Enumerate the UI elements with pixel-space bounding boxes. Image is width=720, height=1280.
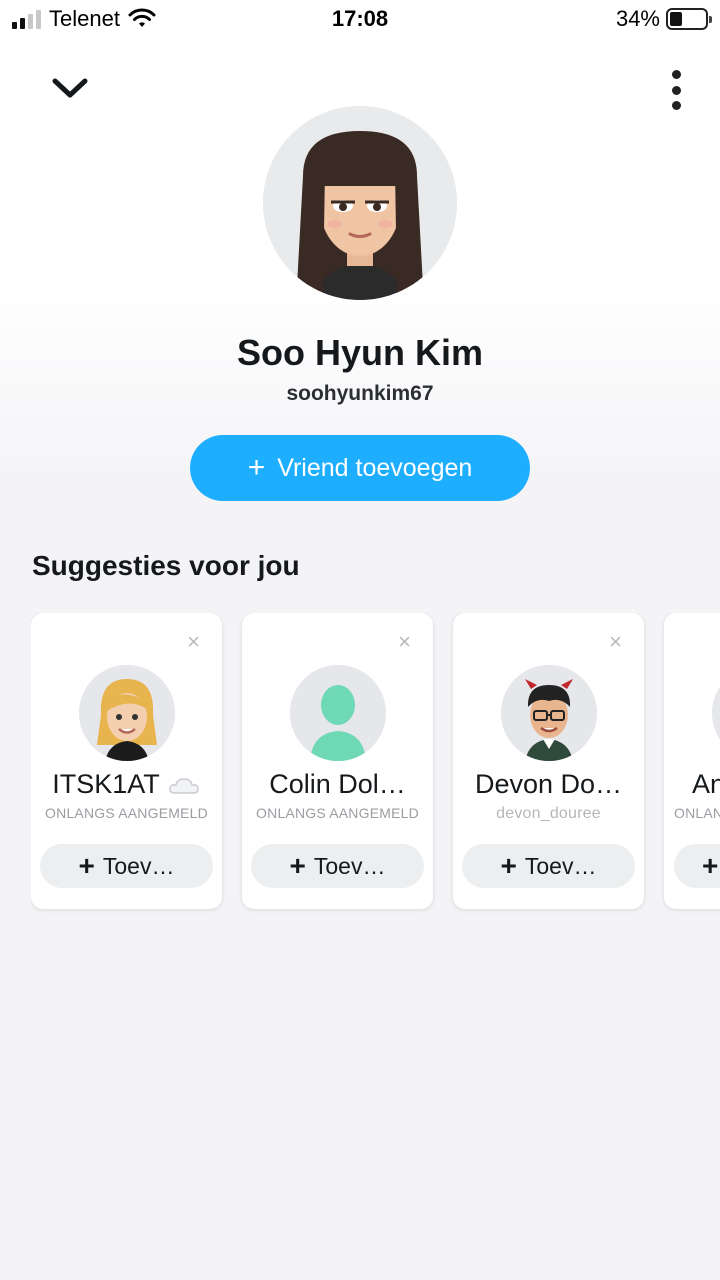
add-label: Toev…: [313, 852, 386, 879]
plus-icon: +: [78, 850, 95, 881]
plus-icon: +: [702, 850, 719, 881]
profile-name: Soo Hyun Kim: [236, 332, 483, 373]
status-bar: Telenet 17:08 34%: [0, 0, 720, 40]
avatar[interactable]: [712, 665, 720, 761]
add-friend-button[interactable]: + Vriend toevoegen: [190, 435, 530, 501]
suggestion-subtitle: ONLANGS AANGEMELD: [45, 805, 208, 821]
add-suggestion-button[interactable]: + Toev…: [462, 844, 635, 888]
suggestion-subtitle: ONLANGS AANGEMELD: [256, 805, 419, 821]
bitmoji-avatar-icon: [79, 665, 175, 761]
bitmoji-avatar-icon: [263, 106, 457, 300]
close-icon[interactable]: ×: [187, 631, 200, 653]
profile-username: soohyunkim67: [286, 382, 434, 405]
suggestion-name: Colin Dol…: [269, 769, 406, 799]
add-suggestion-button[interactable]: + Toev…: [251, 844, 424, 888]
plus-icon: +: [500, 850, 517, 881]
suggestion-subtitle: ONLAN: [674, 805, 720, 821]
avatar[interactable]: [501, 665, 597, 761]
bitmoji-avatar-icon: [501, 665, 597, 761]
suggestion-card[interactable]: An ONLAN +: [664, 613, 720, 909]
suggestion-card[interactable]: × Colin Dol… ONLANGS AANGEMELD + Toev…: [242, 613, 433, 909]
battery-icon: [666, 8, 712, 30]
suggestion-name: Devon Do…: [474, 769, 623, 799]
chevron-down-icon[interactable]: [50, 72, 90, 102]
suggestions-carousel[interactable]: × ITSK1AT ONLANGS AANGEMELD + Toev… × Co…: [31, 613, 720, 913]
suggestion-card[interactable]: × ITSK1AT ONLANGS AANGEMELD + Toev…: [31, 613, 222, 909]
plus-icon: +: [247, 451, 266, 484]
suggestion-card[interactable]: × Devon Do… devon_douree + Toev…: [453, 613, 644, 909]
plus-icon: +: [289, 850, 306, 881]
add-suggestion-button[interactable]: + Toev…: [40, 844, 213, 888]
battery-percentage: 34%: [615, 6, 660, 31]
profile-avatar[interactable]: [263, 106, 457, 300]
add-label: Toev…: [524, 852, 597, 879]
close-icon[interactable]: ×: [398, 631, 411, 653]
cloud-icon: [168, 778, 199, 794]
suggestion-name: ITSK1AT: [37, 769, 216, 800]
suggestion-subtitle: devon_douree: [496, 805, 601, 822]
suggestion-name: An: [692, 769, 720, 799]
avatar[interactable]: [290, 665, 386, 761]
suggestions-title: Suggesties voor jou: [32, 550, 300, 581]
close-icon[interactable]: ×: [609, 631, 622, 653]
avatar[interactable]: [79, 665, 175, 761]
default-avatar-icon: [290, 665, 386, 761]
more-options-icon[interactable]: [666, 70, 686, 110]
add-suggestion-button[interactable]: +: [674, 844, 720, 888]
clock: 17:08: [331, 6, 389, 31]
add-label: Toev…: [102, 852, 175, 879]
add-friend-label: Vriend toevoegen: [277, 453, 473, 482]
